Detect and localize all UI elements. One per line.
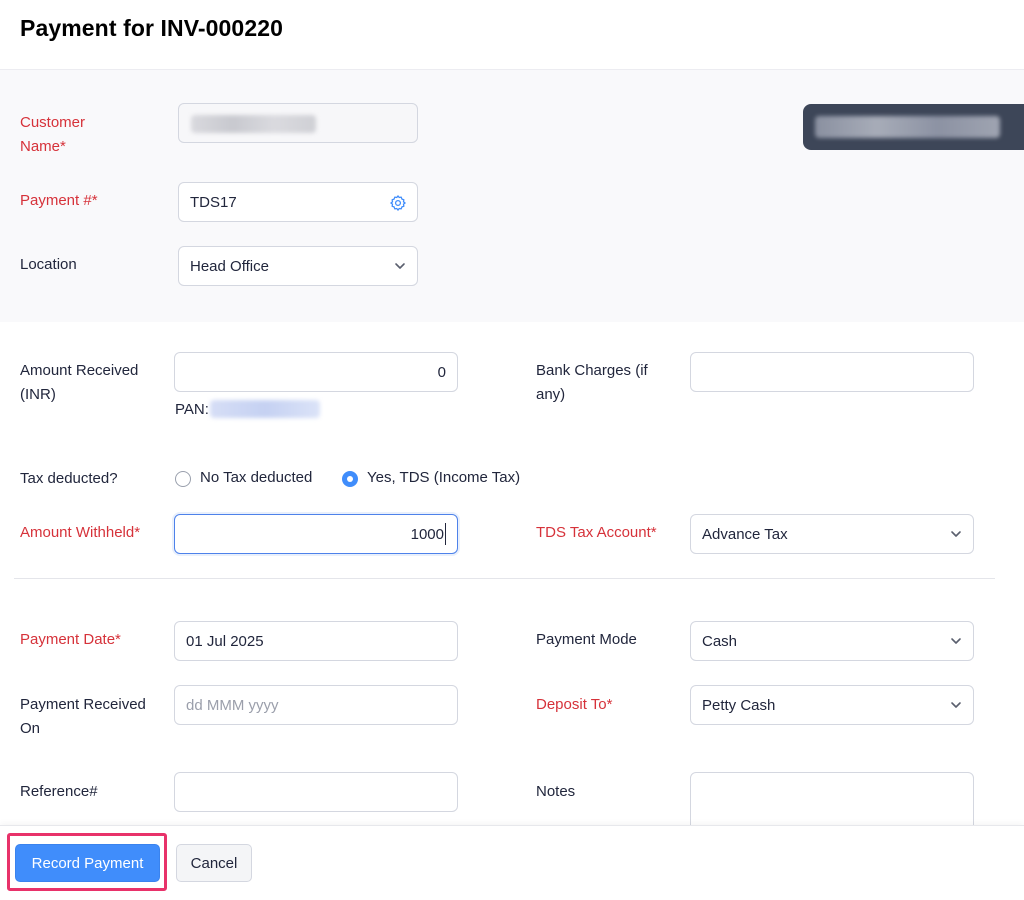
- location-label: Location: [20, 256, 77, 273]
- customer-details-redacted: [815, 116, 1000, 138]
- payment-number-label: Payment #*: [20, 192, 98, 209]
- deposit-to-label: Deposit To*: [536, 696, 613, 713]
- modal-header: Payment for INV-000220: [0, 0, 1024, 70]
- bank-charges-input[interactable]: [690, 352, 974, 392]
- reference-input[interactable]: [174, 772, 458, 812]
- tds-account-label: TDS Tax Account*: [536, 524, 657, 541]
- payment-number-field[interactable]: TDS17: [178, 182, 418, 222]
- amount-received-label: Amount Received (INR): [20, 362, 139, 403]
- amount-received-input[interactable]: 0: [174, 352, 458, 392]
- gear-icon[interactable]: [389, 194, 407, 212]
- record-payment-button[interactable]: Record Payment: [15, 844, 160, 882]
- tax-deducted-label: Tax deducted?: [20, 470, 118, 487]
- bank-charges-label: Bank Charges (if any): [536, 362, 648, 403]
- payment-number-value: TDS17: [190, 193, 237, 211]
- tds-account-value: Advance Tax: [702, 525, 788, 543]
- deposit-to-value: Petty Cash: [702, 696, 776, 714]
- cancel-button[interactable]: Cancel: [176, 844, 252, 882]
- chevron-down-icon: [951, 702, 961, 708]
- text-cursor: [445, 523, 446, 545]
- location-select[interactable]: Head Office: [178, 246, 418, 286]
- pan-redacted: [210, 400, 320, 418]
- tds-account-select[interactable]: Advance Tax: [690, 514, 974, 554]
- section-divider: [14, 578, 995, 579]
- chevron-down-icon: [951, 638, 961, 644]
- no-tax-label[interactable]: No Tax deducted: [200, 468, 312, 488]
- payment-mode-label: Payment Mode: [536, 631, 637, 648]
- customer-name-label: Customer Name*: [20, 114, 86, 155]
- amount-withheld-label: Amount Withheld*: [20, 524, 141, 541]
- payment-mode-value: Cash: [702, 632, 738, 650]
- reference-label: Reference#: [20, 783, 98, 800]
- no-tax-radio[interactable]: [175, 471, 191, 487]
- tds-radio[interactable]: [342, 471, 358, 487]
- customer-name-field[interactable]: [178, 103, 418, 143]
- chevron-down-icon: [395, 263, 405, 269]
- page-title: Payment for INV-000220: [20, 15, 283, 41]
- payment-date-input[interactable]: 01 Jul 2025: [174, 621, 458, 661]
- notes-label: Notes: [536, 783, 576, 800]
- payment-mode-select[interactable]: Cash: [690, 621, 974, 661]
- customer-details-panel[interactable]: [803, 104, 1024, 150]
- customer-name-redacted: [191, 115, 316, 133]
- payment-date-label: Payment Date*: [20, 631, 121, 648]
- amount-received-value: 0: [437, 363, 446, 381]
- tds-label[interactable]: Yes, TDS (Income Tax): [367, 468, 520, 488]
- deposit-to-select[interactable]: Petty Cash: [690, 685, 974, 725]
- chevron-down-icon: [951, 531, 961, 537]
- payment-received-on-input[interactable]: dd MMM yyyy: [174, 685, 458, 725]
- amount-withheld-value: 1000: [410, 525, 444, 543]
- pan-label: PAN:: [175, 401, 209, 418]
- payment-received-on-placeholder: dd MMM yyyy: [186, 696, 279, 714]
- location-value: Head Office: [190, 257, 269, 275]
- payment-received-on-label: Payment Received On: [20, 696, 146, 737]
- payment-date-value: 01 Jul 2025: [186, 632, 264, 650]
- amount-withheld-input[interactable]: 1000: [174, 514, 458, 554]
